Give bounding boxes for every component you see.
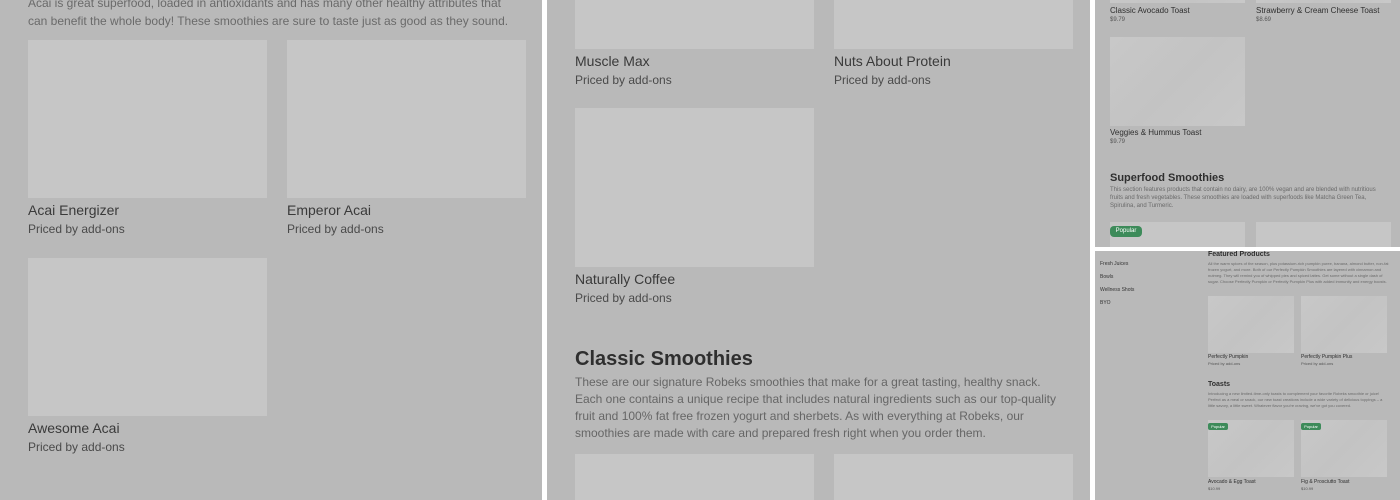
product-price: Priced by add-ons [28,440,125,454]
product-price: $10.99 [1208,486,1221,491]
product-name: Naturally Coffee [575,271,676,287]
product-price: Priced by add-ons [1208,361,1241,366]
product-name: Fig & Prosciutto Toast [1301,479,1350,485]
product-name: Emperor Acai [287,202,372,218]
product-image[interactable] [1256,222,1391,247]
product-image[interactable] [834,454,1073,500]
product-name: Acai Energizer [28,202,120,218]
section-title: Superfood Smoothies [1110,172,1225,184]
product-image [1208,296,1294,353]
product-name: Avocado & Egg Toast [1208,479,1256,485]
product-image[interactable] [575,454,814,500]
acai-smoothies-panel: Acai is great superfood, loaded in antio… [0,0,542,500]
product-name: Strawberry & Cream Cheese Toast [1256,6,1380,15]
section-description: Acai is great superfood, loaded in antio… [28,0,509,28]
section-title: Toasts [1208,381,1231,388]
product-name: Veggies & Hummus Toast [1110,128,1202,137]
product-name: Perfectly Pumpkin [1208,354,1249,360]
nav-item-wellness-shots[interactable]: Wellness Shots [1100,287,1134,293]
nav-item-byo[interactable]: BYO [1100,300,1111,306]
product-image [1110,37,1245,126]
product-image [28,258,267,416]
product-image [28,40,267,198]
toasts-panel: Classic Avocado Toast $9.79 Strawberry &… [1095,0,1400,247]
nav-item-bowls[interactable]: Bowls [1100,274,1113,280]
product-name: Nuts About Protein [834,53,951,69]
product-image [1110,0,1245,3]
popular-badge: Popular [1110,226,1142,237]
product-name: Perfectly Pumpkin Plus [1301,354,1353,360]
product-image [834,0,1073,49]
section-description: Introducing a new limited-time-only toas… [1208,391,1383,408]
product-image [1256,0,1391,3]
product-name: Classic Avocado Toast [1110,6,1190,15]
section-description: All the warm spices of the season, plus … [1208,261,1389,284]
product-name: Awesome Acai [28,420,120,436]
product-image [575,108,814,267]
section-title: Featured Products [1208,251,1270,258]
nav-item-fresh-juices[interactable]: Fresh Juices [1100,261,1128,267]
product-price: Priced by add-ons [1301,361,1334,366]
section-description: This section features products that cont… [1110,187,1376,209]
product-price: Priced by add-ons [28,222,125,236]
product-price: Priced by add-ons [575,73,672,87]
popular-badge: Popular [1301,423,1321,430]
product-image [1301,296,1387,353]
product-price: Priced by add-ons [287,222,384,236]
section-title: Classic Smoothies [575,348,753,370]
product-price: Priced by add-ons [575,291,672,305]
product-name: Muscle Max [575,53,650,69]
product-image [287,40,526,198]
protein-smoothies-panel: Muscle Max Priced by add-ons Nuts About … [547,0,1090,500]
product-price: $10.99 [1301,486,1314,491]
popular-badge: Popular [1208,423,1228,430]
section-description: These are our signature Robeks smoothies… [575,375,1056,440]
product-image [575,0,814,49]
featured-products-panel: Fresh Juices Bowls Wellness Shots BYO Fe… [1095,251,1400,500]
product-price: $9.79 [1110,17,1126,23]
product-price: $9.79 [1110,139,1126,145]
product-price: Priced by add-ons [834,73,931,87]
product-price: $8.69 [1256,17,1272,23]
